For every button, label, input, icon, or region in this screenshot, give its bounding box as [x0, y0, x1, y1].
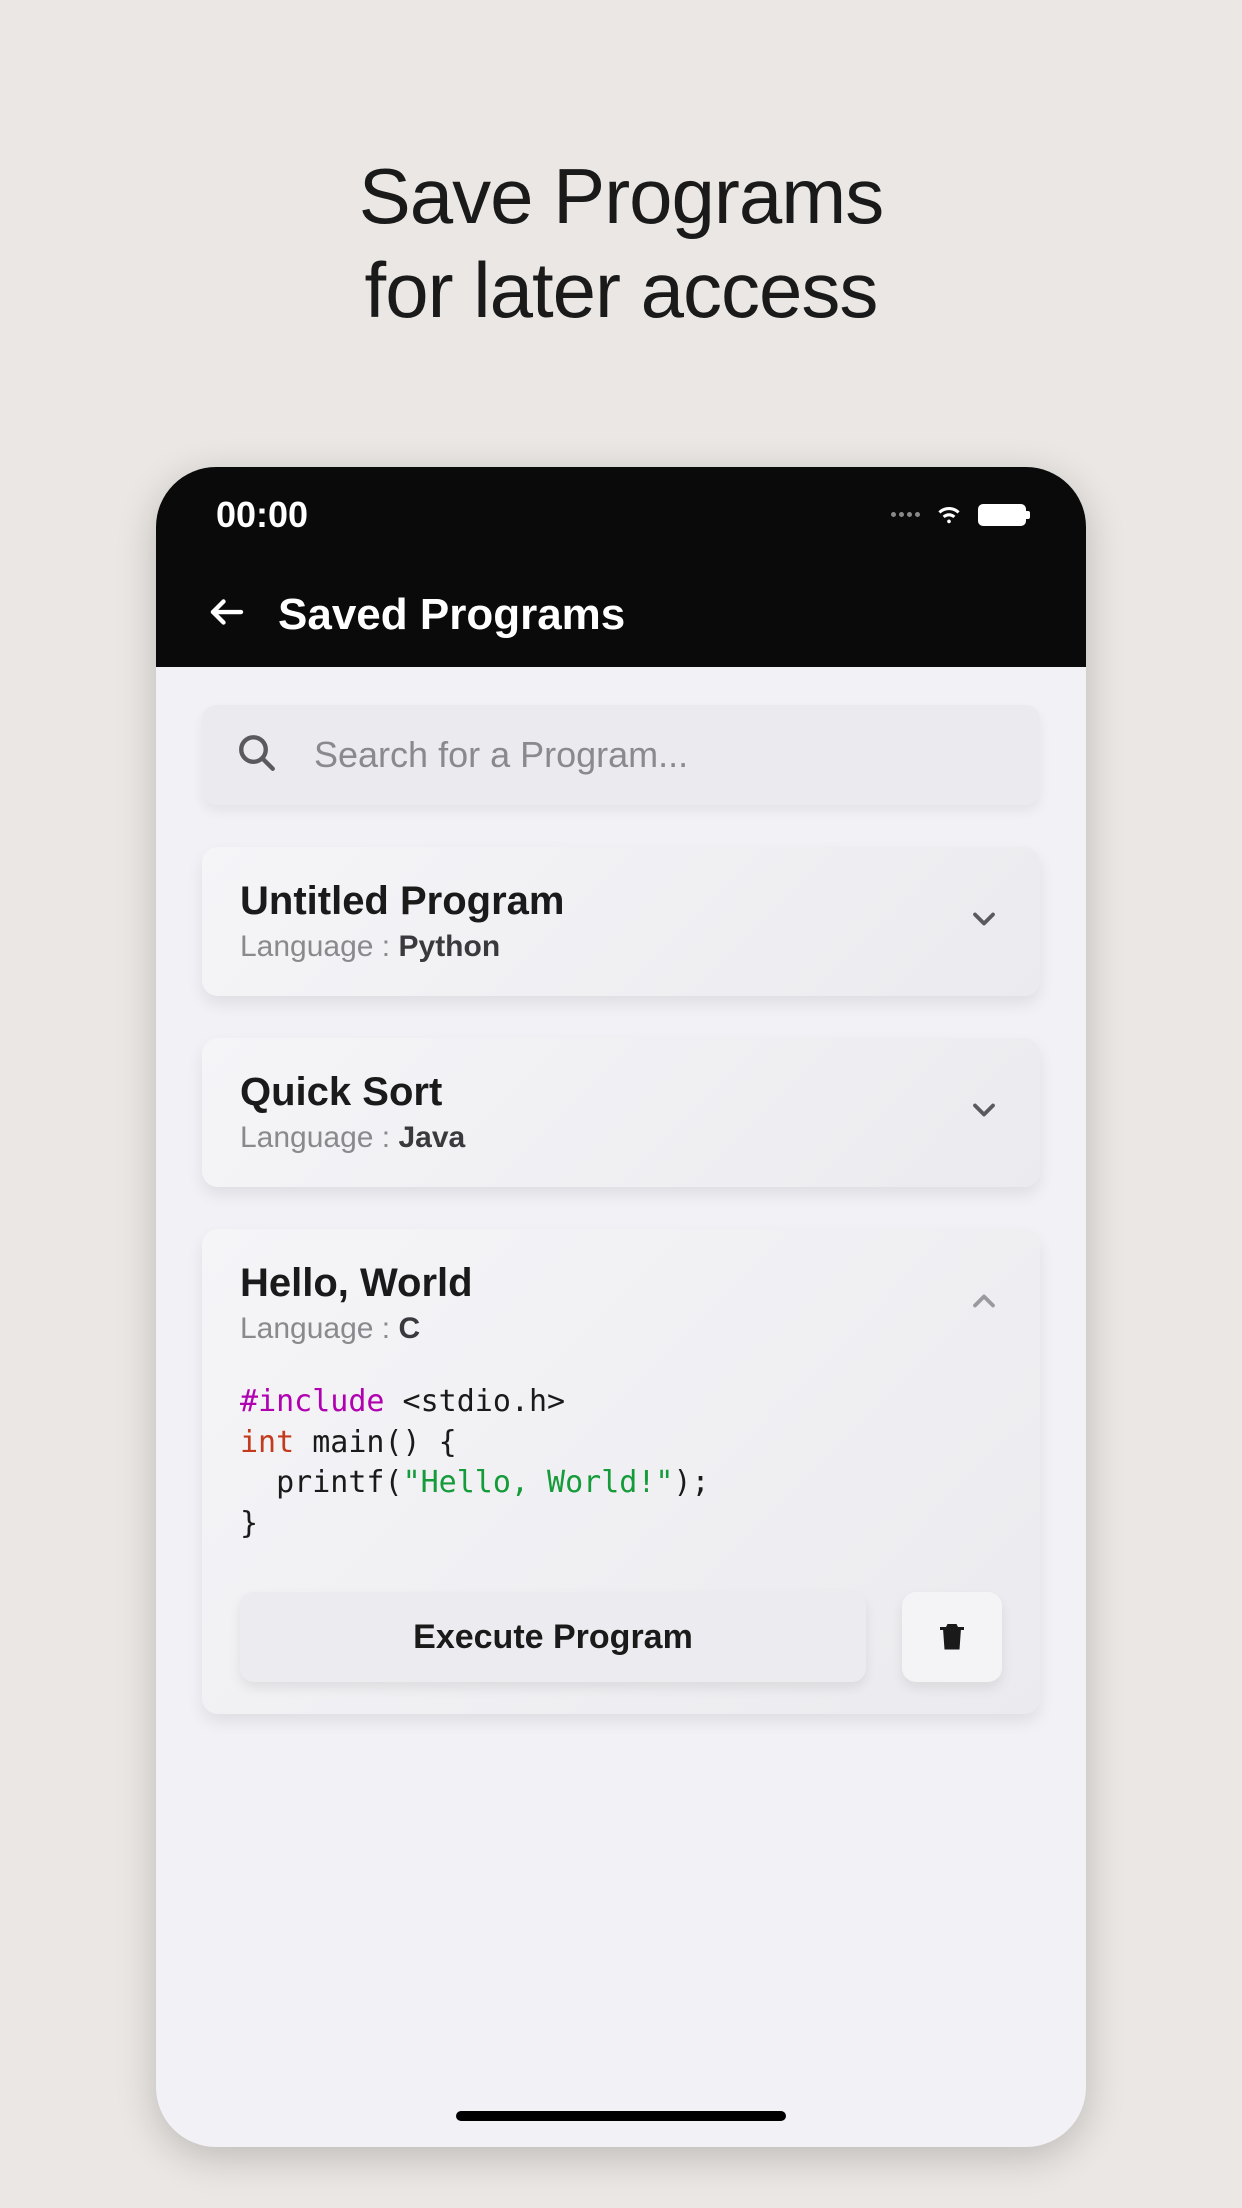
- search-bar[interactable]: [202, 705, 1040, 805]
- program-card-expanded[interactable]: Hello, World Language : C #include <stdi…: [202, 1229, 1040, 1714]
- language-value: Java: [399, 1121, 466, 1154]
- app-bar: Saved Programs: [156, 562, 1086, 667]
- program-card-header: Quick Sort Language : Java: [240, 1070, 1002, 1155]
- program-subtitle: Language : C: [240, 1312, 473, 1346]
- program-title: Untitled Program: [240, 879, 564, 924]
- promo-line-2: for later access: [359, 244, 884, 338]
- wifi-icon: [934, 497, 964, 532]
- promo-line-1: Save Programs: [359, 150, 884, 244]
- chevron-up-icon[interactable]: [966, 1283, 1002, 1324]
- trash-icon: [934, 1618, 970, 1657]
- program-title: Quick Sort: [240, 1070, 465, 1115]
- execute-button[interactable]: Execute Program: [240, 1592, 866, 1682]
- status-icons: [891, 497, 1026, 532]
- language-value: Python: [399, 930, 501, 963]
- program-card[interactable]: Quick Sort Language : Java: [202, 1038, 1040, 1187]
- chevron-down-icon[interactable]: [966, 1092, 1002, 1133]
- language-label: Language :: [240, 1312, 390, 1345]
- program-title: Hello, World: [240, 1261, 473, 1306]
- content-area: Untitled Program Language : Python Quick…: [156, 667, 1086, 1752]
- home-indicator: [456, 2111, 786, 2121]
- language-value: C: [399, 1312, 421, 1345]
- program-card-header: Untitled Program Language : Python: [240, 879, 1002, 964]
- program-subtitle: Language : Java: [240, 1121, 465, 1155]
- language-label: Language :: [240, 930, 390, 963]
- search-input[interactable]: [314, 734, 1006, 776]
- phone-frame: 00:00 Saved Programs Unt: [156, 467, 1086, 2147]
- code-preview: #include <stdio.h> int main() { printf("…: [240, 1382, 1002, 1544]
- chevron-down-icon[interactable]: [966, 901, 1002, 942]
- status-bar: 00:00: [156, 467, 1086, 562]
- back-button[interactable]: [206, 591, 248, 638]
- language-label: Language :: [240, 1121, 390, 1154]
- program-card[interactable]: Untitled Program Language : Python: [202, 847, 1040, 996]
- signal-dots-icon: [891, 512, 920, 517]
- search-icon: [236, 732, 278, 779]
- program-subtitle: Language : Python: [240, 930, 564, 964]
- battery-icon: [978, 504, 1026, 526]
- card-actions: Execute Program: [240, 1592, 1002, 1682]
- program-card-header: Hello, World Language : C: [240, 1261, 1002, 1346]
- page-title: Saved Programs: [278, 590, 625, 640]
- promo-heading: Save Programs for later access: [359, 150, 884, 337]
- delete-button[interactable]: [902, 1592, 1002, 1682]
- status-time: 00:00: [216, 494, 308, 536]
